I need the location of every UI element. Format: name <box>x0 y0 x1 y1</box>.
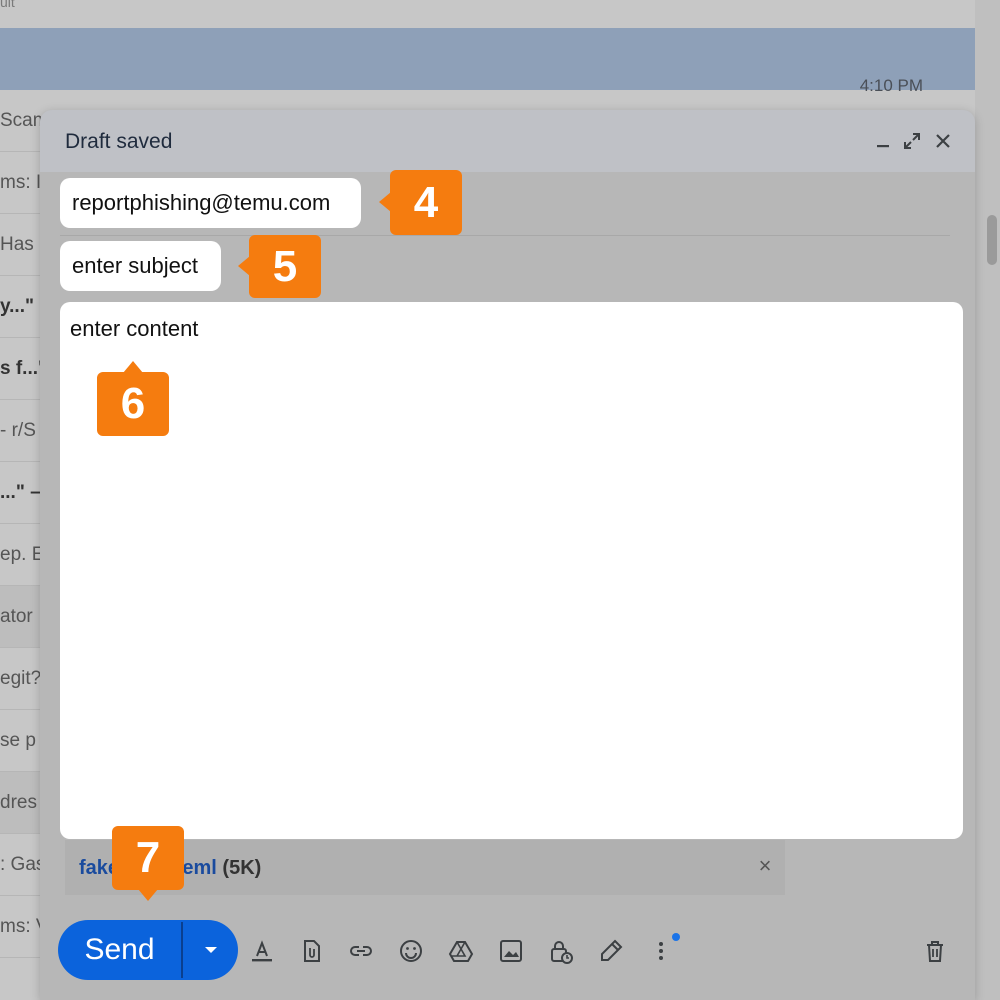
callout-number: 4 <box>413 177 439 227</box>
minimize-icon[interactable] <box>870 128 896 154</box>
send-button[interactable]: Send <box>58 920 181 980</box>
fullscreen-icon[interactable] <box>899 128 925 154</box>
to-field[interactable]: reportphishing@temu.com <box>60 178 361 228</box>
callout-number: 6 <box>120 379 146 428</box>
inbox-row-snippet: - r/S <box>0 420 36 441</box>
inbox-scrollbar-thumb[interactable] <box>987 215 997 265</box>
callout-number: 5 <box>272 241 298 291</box>
formatting-icon[interactable] <box>247 936 277 966</box>
compose-header: Draft saved <box>40 110 975 172</box>
callout-number: 7 <box>135 833 161 882</box>
more-options-icon[interactable] <box>646 936 676 966</box>
callout-pointer <box>138 889 158 901</box>
send-button-group: Send <box>58 920 238 980</box>
callout-4: 4 <box>379 170 462 235</box>
signature-icon[interactable] <box>596 936 626 966</box>
google-drive-icon[interactable] <box>446 936 476 966</box>
subject-field[interactable]: enter subject <box>60 241 221 291</box>
inbox-row-snippet: ms: I <box>0 172 42 193</box>
inbox-row-snippet: ..." – <box>0 482 41 503</box>
inbox-scrollbar[interactable] <box>975 0 1000 1000</box>
confidential-mode-icon[interactable] <box>546 936 576 966</box>
inbox-top-fragment: ult <box>0 0 15 10</box>
inbox-row-snippet: ep. E <box>0 544 45 565</box>
to-divider <box>60 235 950 236</box>
notification-dot <box>672 933 680 941</box>
remove-attachment-icon[interactable]: × <box>753 854 777 878</box>
callout-pointer <box>379 192 391 212</box>
delete-draft-icon[interactable] <box>920 936 950 966</box>
emoji-icon[interactable] <box>396 936 426 966</box>
callout-7: 7 <box>112 826 184 901</box>
compose-title: Draft saved <box>65 130 173 153</box>
subject-field-value: enter subject <box>72 253 198 278</box>
callout-6: 6 <box>97 361 169 436</box>
inbox-row-snippet: Has <box>0 234 34 255</box>
callout-pointer <box>123 361 143 373</box>
insert-link-icon[interactable] <box>346 936 376 966</box>
attachment-size: (5K) <box>222 857 262 879</box>
callout-5: 5 <box>238 235 321 298</box>
callout-pointer <box>238 256 250 276</box>
insert-photo-icon[interactable] <box>496 936 526 966</box>
inbox-row-snippet: ator <box>0 606 33 627</box>
inbox-row-snippet: y..." <box>0 296 35 317</box>
message-body[interactable]: enter content <box>60 302 963 839</box>
attach-file-icon[interactable] <box>296 936 326 966</box>
to-field-value: reportphishing@temu.com <box>72 190 331 215</box>
dropdown-arrow-icon[interactable] <box>183 920 238 980</box>
message-body-text: enter content <box>70 316 199 341</box>
close-icon[interactable] <box>930 128 956 154</box>
inbox-row-snippet: egit? <box>0 668 42 689</box>
inbox-row-snippet: se p <box>0 730 36 751</box>
inbox-row-snippet: : Gas <box>0 854 46 875</box>
inbox-selected-row[interactable]: 4:10 PM <box>0 28 975 95</box>
inbox-top-row: ult <box>0 0 975 28</box>
inbox-row-snippet: dres <box>0 792 37 813</box>
